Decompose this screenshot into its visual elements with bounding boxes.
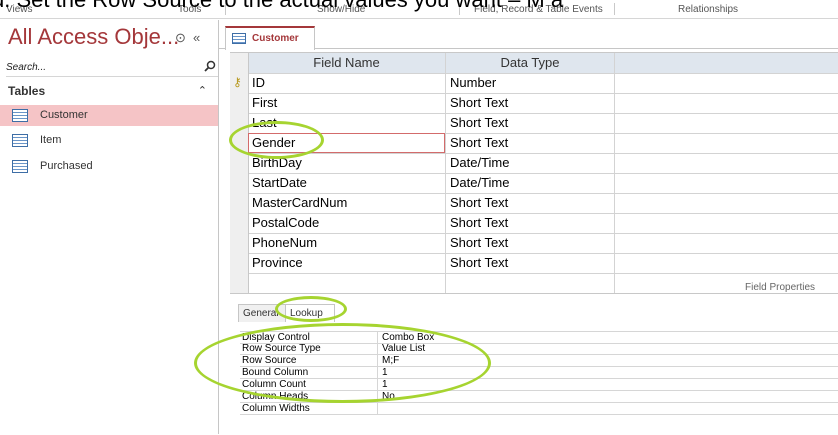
row-selector[interactable] (230, 153, 249, 173)
field-name-cell[interactable]: First (248, 93, 446, 113)
nav-item-item[interactable]: Item (0, 130, 218, 151)
collapse-pane-icon[interactable]: « (193, 30, 200, 45)
data-type-text: Short Text (450, 95, 509, 110)
field-properties-label: Field Properties (745, 282, 816, 293)
nav-item-label: Item (40, 134, 62, 146)
field-name-cell[interactable]: MasterCardNum (248, 193, 446, 213)
table-icon (232, 33, 246, 44)
field-name-cell[interactable]: StartDate (248, 173, 446, 193)
row-selector[interactable]: ⚷ (230, 73, 249, 93)
select-all-corner[interactable] (230, 53, 249, 73)
data-type-cell[interactable]: Short Text (446, 193, 615, 213)
data-type-cell[interactable]: Short Text (446, 133, 615, 153)
row-selector[interactable] (230, 253, 249, 273)
data-type-text: Short Text (450, 135, 509, 150)
table-row[interactable]: PostalCode Short Text (230, 213, 838, 234)
field-name-text: StartDate (252, 175, 307, 190)
row-selector[interactable] (230, 213, 249, 233)
table-icon (12, 109, 28, 122)
field-name-text: PostalCode (252, 215, 320, 230)
data-type-cell[interactable]: Date/Time (446, 153, 615, 173)
tables-group-label: Tables (8, 84, 46, 98)
nav-item-purchased[interactable]: Purchased (0, 156, 218, 177)
document-tab-bar: Customer (219, 20, 838, 50)
primary-key-icon: ⚷ (233, 75, 242, 89)
data-type-header-label: Data Type (500, 55, 560, 70)
nav-item-label: Customer (40, 109, 88, 121)
data-type-text: Short Text (450, 115, 509, 130)
collapse-group-icon[interactable]: ⌃ (198, 84, 207, 97)
data-type-text: Date/Time (450, 155, 510, 170)
data-type-text: Number (450, 75, 497, 90)
row-selector[interactable] (230, 193, 249, 213)
row-selector[interactable] (230, 93, 249, 113)
table-row[interactable]: Last Short Text (230, 113, 838, 134)
table-row[interactable]: Province Short Text (230, 253, 838, 274)
table-icon (12, 134, 28, 147)
table-row[interactable]: First Short Text (230, 93, 838, 114)
property-divider (377, 403, 378, 414)
data-type-cell[interactable] (446, 273, 615, 293)
dropdown-circle-icon[interactable]: ⊙ (175, 30, 186, 46)
row-selector[interactable] (230, 233, 249, 253)
ribbon-group-relationships: Relationships (678, 4, 739, 15)
nav-item-label: Purchased (40, 160, 93, 172)
tab-label: Customer (252, 33, 299, 44)
properties-highlight-ellipse (194, 323, 491, 403)
field-name-cell[interactable]: PostalCode (248, 213, 446, 233)
grid-header-row: Field Name Data Type (230, 53, 838, 74)
table-row[interactable]: StartDate Date/Time (230, 173, 838, 194)
instruction-caption: d. Set the Row Source to the actual valu… (0, 0, 563, 13)
data-type-cell[interactable]: Short Text (446, 233, 615, 253)
table-row[interactable]: ⚷ ID Number (230, 73, 838, 94)
field-name-text: MasterCardNum (252, 195, 348, 210)
search-icon[interactable] (204, 60, 216, 75)
data-type-cell[interactable]: Number (446, 73, 615, 93)
search-input[interactable]: Search... (6, 62, 46, 73)
data-type-text: Short Text (450, 235, 509, 250)
tab-customer[interactable]: Customer (225, 26, 315, 50)
table-design-grid: Field Name Data Type ⚷ ID Number First S… (230, 52, 838, 294)
field-name-text: Province (252, 255, 303, 270)
navigation-pane: All Access Obje... ⊙ « Search... Tables … (0, 20, 219, 434)
data-type-text: Date/Time (450, 175, 510, 190)
field-name-text: First (252, 95, 278, 110)
field-name-cell[interactable] (248, 273, 446, 293)
tab-general-label: General (243, 308, 279, 319)
lookup-tab-highlight-ellipse (275, 296, 347, 322)
gender-highlight-ellipse (229, 121, 324, 159)
data-type-text: Short Text (450, 195, 509, 210)
table-row[interactable]: PhoneNum Short Text (230, 233, 838, 254)
row-selector[interactable] (230, 273, 249, 293)
field-name-cell[interactable]: Province (248, 253, 446, 273)
navigation-pane-title[interactable]: All Access Obje... (8, 24, 179, 50)
data-type-cell[interactable]: Short Text (446, 113, 615, 133)
field-name-cell[interactable]: ID (248, 73, 446, 93)
property-row-column-widths[interactable]: Column Widths (240, 403, 838, 415)
table-row[interactable]: BirthDay Date/Time (230, 153, 838, 174)
tables-group-header[interactable]: Tables ⌃ (8, 84, 213, 98)
data-type-cell[interactable]: Date/Time (446, 173, 615, 193)
data-type-text: Short Text (450, 255, 509, 270)
row-selector[interactable] (230, 173, 249, 193)
nav-item-customer[interactable]: Customer (0, 105, 218, 126)
field-name-header-label: Field Name (313, 55, 380, 70)
data-type-cell[interactable]: Short Text (446, 213, 615, 233)
data-type-text: Short Text (450, 215, 509, 230)
table-icon (12, 160, 28, 173)
ribbon-separator (614, 3, 615, 15)
field-name-text: PhoneNum (252, 235, 318, 250)
data-type-header: Data Type (446, 53, 615, 73)
field-name-text: ID (252, 75, 265, 90)
field-name-header: Field Name (248, 53, 446, 73)
data-type-cell[interactable]: Short Text (446, 253, 615, 273)
field-name-cell[interactable]: PhoneNum (248, 233, 446, 253)
data-type-cell[interactable]: Short Text (446, 93, 615, 113)
property-name: Column Widths (242, 403, 310, 414)
navigation-search[interactable]: Search... (6, 60, 218, 77)
table-row[interactable]: MasterCardNum Short Text (230, 193, 838, 214)
